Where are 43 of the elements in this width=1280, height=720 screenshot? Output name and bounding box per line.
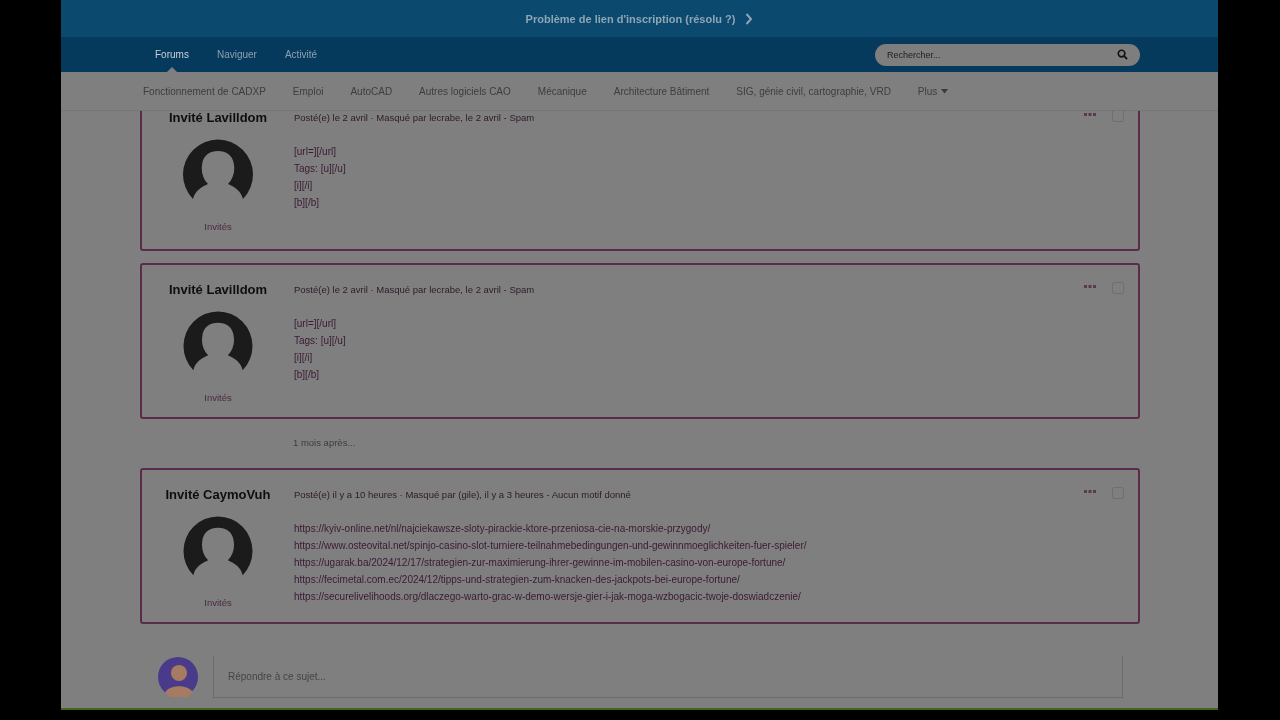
- post-text: https://ugarak.ba/2024/12/17/strategien-zur-maximierung-ihrer-gewinne-im-mobilen-casino-von-europe-fortune/: [294, 556, 787, 570]
- search-icon: [1117, 48, 1128, 60]
- post-text: https://www.osteovital.net/spinjo-casino-slot-turniere-teilnahmebedingungen-und-gewinnmoeglichkeiten-fuer-spieler/: [294, 539, 808, 553]
- announcement-bar[interactable]: Problème de lien d'inscription (résolu ?): [61, 0, 1218, 37]
- nav-tab[interactable]: Forums: [143, 37, 201, 72]
- category-link[interactable]: Fonctionnement de CADXP: [143, 85, 266, 97]
- member-group: Invités: [204, 221, 232, 232]
- author-name[interactable]: Invité Lavilldom: [168, 282, 268, 297]
- nav-tab[interactable]: Activité: [272, 37, 330, 72]
- category-link[interactable]: Emploi: [292, 85, 324, 97]
- chevron-icon: [745, 12, 754, 25]
- post-text: [b][/b]: [294, 196, 320, 210]
- post-text: [url=][/url]: [294, 317, 337, 331]
- post-meta: Posté(e) il y a 10 heures · Masqué par (gile), il y a 3 heures - Aucun motif donné: [294, 489, 632, 500]
- author-name[interactable]: Invité Lavilldom: [168, 111, 268, 125]
- member-group: Invités: [204, 392, 232, 403]
- more-options-icon[interactable]: [1084, 285, 1096, 289]
- post-text: [b][/b]: [294, 368, 320, 382]
- post-meta: Posté(e) le 2 avril · Masqué par lecrabe, le 2 avril - Spam: [294, 284, 536, 295]
- post-text: https://fecimetal.com.ec/2024/12/tipps-und-strategien-zum-knacken-des-jackpots-bei-europe-fortune/: [294, 573, 741, 587]
- more-menu[interactable]: Plus: [917, 85, 949, 97]
- announcement-text[interactable]: Problème de lien d'inscription (résolu ?): [525, 12, 736, 25]
- post-text: [i][/i]: [294, 179, 314, 193]
- caret-icon: [941, 88, 949, 94]
- post-text: Tags: [u][/u]: [294, 334, 347, 348]
- category-link[interactable]: Architecture Bâtiment: [613, 85, 710, 97]
- member-group: Invités: [204, 597, 232, 608]
- post-text: https://kyiv-online.net/nl/najciekawsze-sloty-pirackie-ktore-przeniosa-cie-na-morskie-przygody/: [294, 522, 712, 536]
- category-link[interactable]: Mécanique: [537, 85, 587, 97]
- search-field[interactable]: Rechercher...: [875, 43, 1140, 66]
- post-text: [i][/i]: [294, 351, 314, 365]
- post-text: [url=][/url]: [294, 145, 337, 159]
- author-name[interactable]: Invité CaymoVuh: [165, 487, 271, 502]
- post-meta: Posté(e) le 2 avril · Masqué par lecrabe, le 2 avril - Spam: [294, 112, 536, 123]
- more-options-icon[interactable]: [1084, 113, 1096, 117]
- user-avatar-icon: [158, 657, 198, 697]
- post-text: Tags: [u][/u]: [294, 162, 347, 176]
- more-options-icon[interactable]: [1084, 490, 1096, 494]
- category-link[interactable]: AutoCAD: [350, 85, 393, 97]
- category-link[interactable]: SIG, génie civil, cartographie, VRD: [736, 85, 891, 97]
- nav-tab[interactable]: Naviguer: [204, 37, 269, 72]
- category-link[interactable]: Autres logiciels CAO: [419, 85, 511, 97]
- post-text: https://securelivelihoods.org/dlaczego-warto-grac-w-demo-wersje-gier-i-jak-moga-wzbogacic-twoje-doswiadczenie/: [294, 590, 802, 604]
